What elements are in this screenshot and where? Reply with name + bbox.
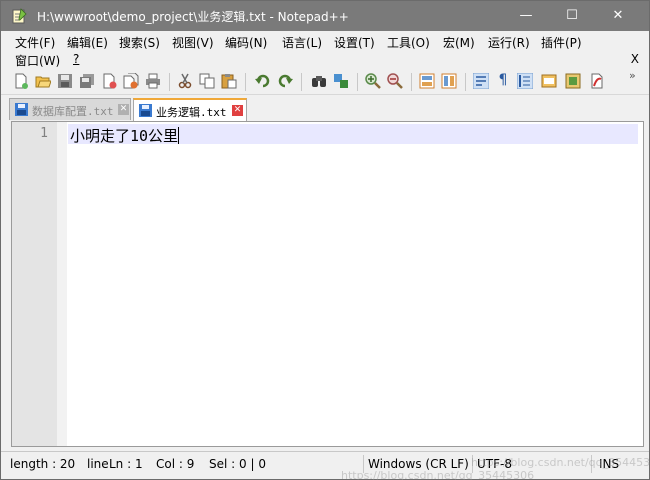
toolbar-separator (465, 73, 466, 91)
zoom-out-icon[interactable] (387, 73, 403, 89)
menu-search[interactable]: 搜索(S) (119, 34, 160, 51)
function-list-icon[interactable] (565, 73, 581, 89)
doc-map-icon[interactable] (541, 73, 557, 89)
copy-icon[interactable] (199, 73, 215, 89)
open-file-icon[interactable] (35, 73, 51, 89)
editor-line-text: 小明走了10公里 (70, 127, 179, 145)
sync-vertical-icon[interactable] (419, 73, 435, 89)
tab-bar: 数据库配置.txt ✕ 业务逻辑.txt ✕ (1, 96, 649, 121)
close-all-icon[interactable] (123, 73, 139, 89)
toolbar-separator (245, 73, 246, 91)
cut-icon[interactable] (177, 73, 193, 89)
watermark-text: https://blog.csdn.net/qq_35445306 (341, 469, 535, 480)
undo-icon[interactable] (255, 73, 271, 89)
menu-tools[interactable]: 工具(O) (387, 34, 430, 51)
status-sel: Sel : 0 | 0 (209, 457, 266, 471)
toolbar-overflow-icon[interactable]: » (629, 69, 636, 82)
menu-help[interactable]: ? (73, 52, 79, 66)
menu-file[interactable]: 文件(F) (15, 34, 55, 51)
folder-workspace-icon[interactable] (589, 73, 605, 89)
toolbar-separator (411, 73, 412, 91)
menu-macro[interactable]: 宏(M) (443, 34, 475, 51)
close-window-button[interactable]: ✕ (595, 1, 641, 31)
window-title: H:\wwwroot\demo_project\业务逻辑.txt - Notep… (37, 10, 349, 24)
zoom-in-icon[interactable] (365, 73, 381, 89)
new-file-icon[interactable] (13, 73, 29, 89)
title-bar[interactable]: H:\wwwroot\demo_project\业务逻辑.txt - Notep… (1, 1, 649, 31)
menu-bar-row2: 窗口(W) ? X (1, 51, 649, 68)
fold-margin[interactable] (57, 122, 67, 446)
tab-database-config[interactable]: 数据库配置.txt ✕ (9, 98, 131, 120)
status-col: Col : 9 (156, 457, 195, 471)
notepadpp-window: H:\wwwroot\demo_project\业务逻辑.txt - Notep… (0, 0, 650, 480)
menu-edit[interactable]: 编辑(E) (67, 34, 108, 51)
menu-bar: 文件(F) 编辑(E) 搜索(S) 视图(V) 编码(N) 语言(L) 设置(T… (1, 31, 649, 51)
indent-guide-icon[interactable] (517, 73, 533, 89)
tab-close-icon[interactable]: ✕ (232, 105, 243, 116)
menu-view[interactable]: 视图(V) (172, 34, 214, 51)
toolbar: ¶ » (1, 69, 649, 95)
close-document-button[interactable]: X (631, 52, 639, 66)
line-number: 1 (40, 126, 48, 141)
close-icon[interactable] (101, 73, 117, 89)
status-lines: line (87, 457, 109, 471)
save-all-icon[interactable] (79, 73, 95, 89)
editor-text[interactable]: 小明走了10公里 (70, 125, 180, 146)
text-caret (178, 127, 180, 144)
tab-close-icon[interactable]: ✕ (118, 104, 129, 115)
status-ln: Ln : 1 (109, 457, 143, 471)
notepad-app-icon (12, 8, 27, 24)
tab-label: 数据库配置.txt (32, 105, 114, 118)
toolbar-separator (301, 73, 302, 91)
menu-language[interactable]: 语言(L) (282, 34, 322, 51)
show-all-chars-icon[interactable]: ¶ (495, 72, 511, 88)
watermark-text: https://blog.csdn.net/qq_35445306 (471, 456, 650, 469)
redo-icon[interactable] (277, 73, 293, 89)
status-length: length : 20 (10, 457, 76, 471)
menu-settings[interactable]: 设置(T) (334, 34, 375, 51)
saved-file-icon (139, 104, 152, 117)
saved-file-icon (15, 103, 28, 116)
find-icon[interactable] (311, 73, 327, 89)
word-wrap-icon[interactable] (473, 73, 489, 89)
editor-area[interactable]: 1 小明走了10公里 (11, 121, 644, 447)
tab-business-logic[interactable]: 业务逻辑.txt ✕ (133, 98, 247, 121)
print-icon[interactable] (145, 73, 161, 89)
menu-window[interactable]: 窗口(W) (15, 52, 60, 69)
minimize-button[interactable]: — (503, 1, 549, 31)
menu-encoding[interactable]: 编码(N) (225, 34, 267, 51)
menu-run[interactable]: 运行(R) (488, 34, 530, 51)
toolbar-separator (169, 73, 170, 91)
maximize-button[interactable]: ☐ (549, 1, 595, 31)
save-icon[interactable] (57, 73, 73, 89)
sync-horizontal-icon[interactable] (441, 73, 457, 89)
replace-icon[interactable] (333, 73, 349, 89)
menu-plugins[interactable]: 插件(P) (541, 34, 582, 51)
paste-icon[interactable] (221, 73, 237, 89)
tab-label: 业务逻辑.txt (156, 106, 227, 119)
toolbar-separator (357, 73, 358, 91)
